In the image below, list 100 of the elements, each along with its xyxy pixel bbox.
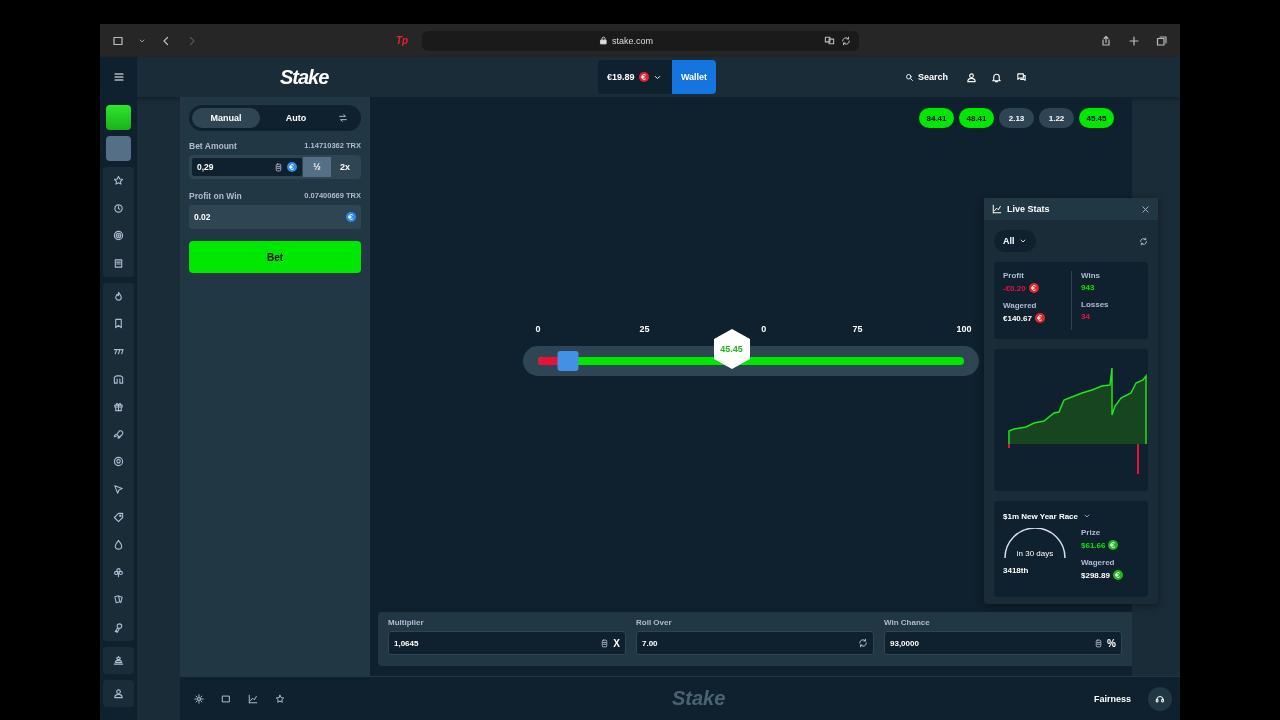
receipt-icon[interactable] [113, 257, 124, 269]
field-label: Multiplier [388, 618, 425, 627]
square-icon[interactable] [221, 693, 231, 704]
tick-label: 0 [761, 324, 767, 334]
swap-icon[interactable] [858, 638, 868, 648]
chart-icon [992, 204, 1002, 214]
headset-icon [1155, 693, 1165, 704]
stat-label: Profit [1003, 271, 1025, 280]
search-button[interactable]: Search [905, 72, 949, 82]
stat-label: Wagered [1003, 301, 1038, 310]
sports-tile[interactable] [106, 136, 131, 161]
stat-label: Losses [1081, 300, 1110, 309]
tick-label: 100 [956, 324, 972, 334]
bet-amount-input[interactable]: 0,29 [191, 157, 303, 177]
currency-coin-icon [1028, 283, 1039, 293]
target-icon[interactable] [113, 230, 124, 242]
podium-icon[interactable] [113, 654, 124, 666]
slider-handle[interactable] [557, 351, 579, 371]
result-pill: 45.45 [1079, 108, 1114, 128]
euro-coin-icon [346, 212, 356, 222]
value-field[interactable]: 7.00 [636, 631, 874, 655]
stake-logo[interactable]: Stake [280, 65, 350, 89]
panel-title: Live Stats [1007, 204, 1050, 214]
drop-icon[interactable] [113, 539, 124, 551]
race-title: $1m New Year Race [1003, 511, 1078, 521]
settings-icon[interactable] [194, 693, 204, 704]
chat-icon[interactable] [1016, 71, 1028, 83]
calculator-icon [600, 638, 610, 648]
stat-value: 34 [1081, 312, 1090, 321]
stat-label: Wins [1081, 271, 1102, 280]
field-label: Roll Over [636, 618, 673, 627]
stat-label: Prize [1081, 528, 1102, 537]
result-pill: 48.41 [959, 108, 994, 128]
support-button[interactable] [1148, 686, 1172, 711]
race-rank: 3418th [1003, 566, 1030, 575]
mode-tab[interactable]: Manual [192, 108, 260, 128]
user-icon[interactable] [966, 71, 978, 83]
double-button[interactable]: 2x [331, 157, 359, 177]
bell-icon[interactable] [991, 71, 1003, 83]
half-button[interactable]: ½ [303, 157, 331, 177]
translate-icon[interactable] [824, 35, 835, 46]
tabs-icon[interactable] [1156, 34, 1168, 47]
unit-label: % [1107, 637, 1116, 649]
share-icon[interactable] [1100, 34, 1112, 47]
club-icon[interactable] [113, 566, 124, 578]
tick-label: 0 [535, 324, 541, 334]
lock-icon [599, 36, 609, 45]
close-icon[interactable] [1141, 204, 1150, 214]
menu-icon[interactable] [112, 71, 125, 83]
star-icon[interactable] [275, 693, 285, 704]
chevron-down-icon[interactable] [1083, 512, 1091, 520]
fairness-link[interactable]: Fairness [1093, 693, 1131, 704]
stat-value: $298.89 [1081, 570, 1110, 580]
currency-coin-icon [1034, 313, 1045, 323]
footer-logo: Stake [672, 687, 726, 710]
result-pill: 84.41 [919, 108, 954, 128]
profit-field: 0.02 [189, 205, 361, 229]
star-icon[interactable] [113, 175, 124, 186]
wallet-button[interactable]: Wallet [672, 60, 716, 94]
result-pill: 2.13 [999, 108, 1034, 128]
gift-icon[interactable] [113, 401, 124, 413]
stat-label: Wagered [1081, 558, 1116, 567]
calculator-icon [274, 162, 283, 172]
unit-label: X [613, 637, 620, 649]
tick-label: 75 [852, 324, 863, 334]
balance-dropdown[interactable]: €19.89 [598, 60, 672, 94]
reload-icon[interactable] [841, 35, 851, 46]
swap-icon[interactable] [338, 113, 348, 123]
cursor-icon[interactable] [113, 483, 124, 495]
user-icon[interactable] [113, 687, 124, 699]
cards-icon[interactable] [113, 594, 124, 606]
flame-icon[interactable] [113, 290, 124, 302]
field-label: Profit on Win [189, 191, 242, 201]
filter-dropdown[interactable]: All [994, 230, 1036, 252]
field-label: Win Chance [884, 618, 931, 627]
sidebar-icon[interactable] [112, 34, 124, 47]
medal-icon[interactable] [113, 621, 124, 633]
value-field[interactable]: 93,0000 % [884, 631, 1122, 655]
stat-value: €140.67 [1003, 313, 1032, 323]
countdown-gauge: in 30 days [1003, 528, 1067, 558]
bet-button[interactable]: Bet [189, 241, 361, 273]
history-icon[interactable] [113, 202, 124, 214]
currency-coin-icon [638, 72, 649, 82]
tag-icon[interactable] [113, 511, 124, 523]
stat-value: 943 [1081, 283, 1095, 292]
shirt-icon[interactable] [113, 373, 124, 385]
bookmark-icon[interactable] [113, 318, 124, 330]
euro-coin-icon [287, 162, 297, 172]
chevron-down-icon [1018, 237, 1027, 245]
value-field[interactable]: 1,0645 X [388, 631, 626, 655]
mode-tab[interactable]: Auto [262, 108, 330, 128]
ball-icon[interactable] [113, 456, 124, 468]
refresh-icon[interactable] [1139, 236, 1148, 246]
rocket-icon[interactable] [113, 428, 124, 440]
calculator-icon [1094, 638, 1104, 648]
chart-icon[interactable] [248, 693, 258, 704]
new-tab-icon[interactable] [1128, 34, 1140, 47]
slider-track[interactable] [523, 346, 979, 376]
casino-tile[interactable] [106, 105, 131, 130]
stat-value: -€0.20 [1003, 283, 1026, 293]
